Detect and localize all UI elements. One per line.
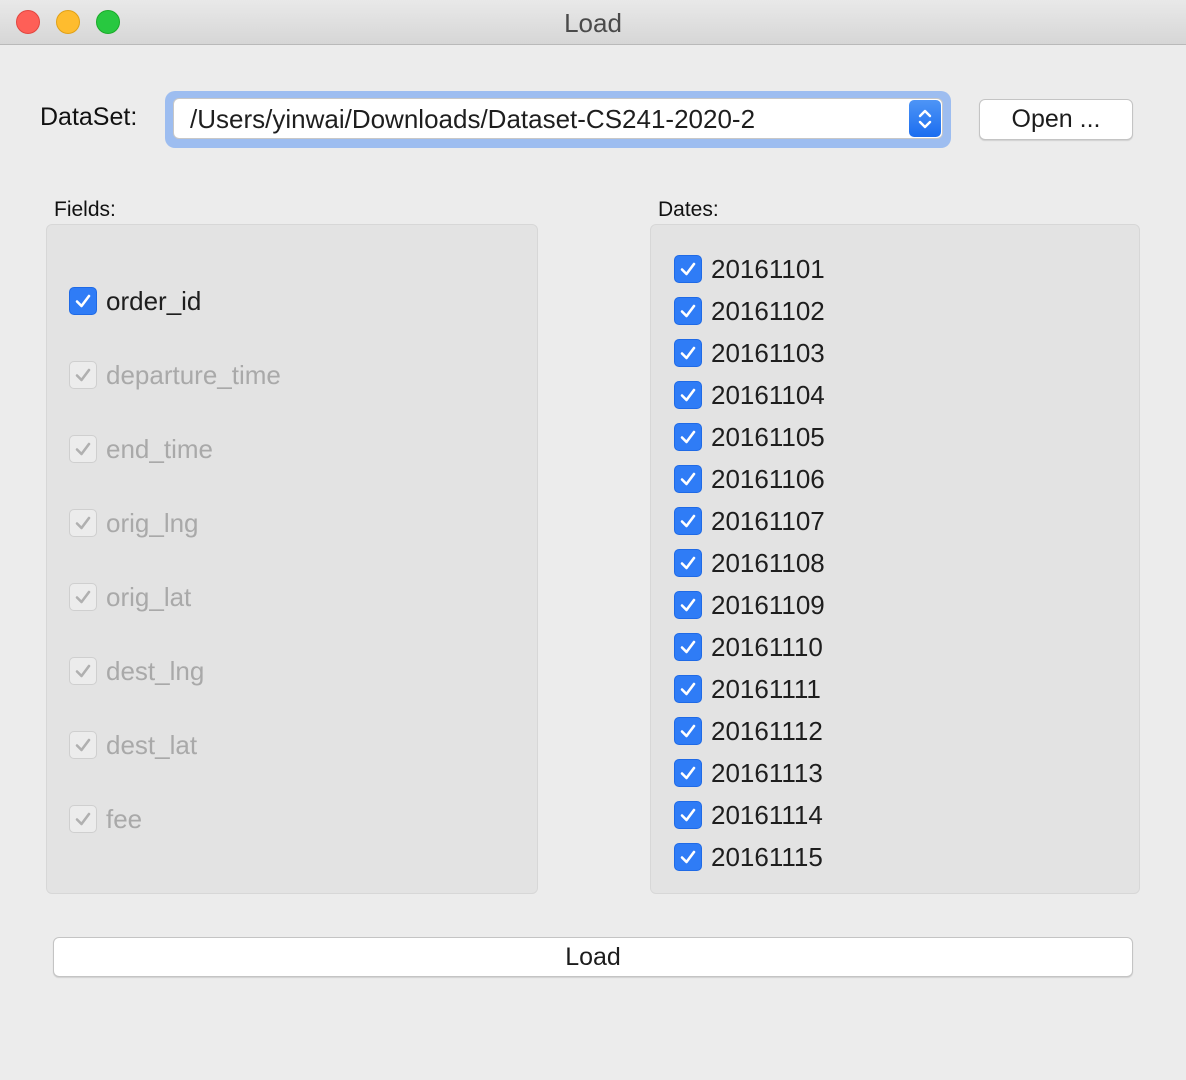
field-departure-time-checkbox — [69, 361, 97, 389]
open-button[interactable]: Open ... — [979, 99, 1133, 140]
date-20161106-checkbox[interactable] — [674, 465, 702, 493]
date-20161110-checkbox[interactable] — [674, 633, 702, 661]
field-order-id-checkbox[interactable] — [69, 287, 97, 315]
field-dest-lng-checkbox-row: dest_lng — [69, 656, 204, 686]
date-20161102-label: 20161102 — [711, 295, 825, 326]
field-dest-lng-checkbox — [69, 657, 97, 685]
date-20161104-checkbox[interactable] — [674, 381, 702, 409]
date-20161113-checkbox[interactable] — [674, 759, 702, 787]
field-end-time-label: end_time — [106, 433, 213, 464]
load-button[interactable]: Load — [53, 937, 1133, 977]
dates-label: Dates: — [658, 198, 719, 221]
field-fee-checkbox-row: fee — [69, 804, 142, 834]
field-orig-lat-checkbox — [69, 583, 97, 611]
dataset-path: /Users/yinwai/Downloads/Dataset-CS241-20… — [190, 104, 756, 134]
date-20161107-checkbox-row[interactable]: 20161107 — [674, 506, 825, 536]
date-20161107-checkbox[interactable] — [674, 507, 702, 535]
date-20161112-label: 20161112 — [711, 715, 823, 746]
date-20161105-label: 20161105 — [711, 421, 825, 452]
date-20161110-checkbox-row[interactable]: 20161110 — [674, 632, 823, 662]
date-20161108-checkbox[interactable] — [674, 549, 702, 577]
date-20161103-checkbox-row[interactable]: 20161103 — [674, 338, 825, 368]
title-bar[interactable]: Load — [0, 0, 1186, 45]
field-departure-time-label: departure_time — [106, 359, 281, 390]
dataset-label: DataSet: — [40, 103, 138, 131]
date-20161113-label: 20161113 — [711, 757, 823, 788]
field-fee-label: fee — [106, 803, 143, 834]
date-20161106-checkbox-row[interactable]: 20161106 — [674, 464, 825, 494]
date-20161115-checkbox[interactable] — [674, 843, 702, 871]
date-20161109-checkbox[interactable] — [674, 591, 702, 619]
date-20161113-checkbox-row[interactable]: 20161113 — [674, 758, 823, 788]
date-20161104-checkbox-row[interactable]: 20161104 — [674, 380, 825, 410]
date-20161111-checkbox-row[interactable]: 20161111 — [674, 674, 821, 704]
field-order-id-checkbox-row[interactable]: order_id — [69, 286, 201, 316]
date-20161105-checkbox-row[interactable]: 20161105 — [674, 422, 825, 452]
fields-label: Fields: — [54, 198, 116, 221]
field-departure-time-checkbox-row: departure_time — [69, 360, 281, 390]
field-orig-lat-checkbox-row: orig_lat — [69, 582, 191, 612]
date-20161114-checkbox[interactable] — [674, 801, 702, 829]
field-dest-lat-checkbox-row: dest_lat — [69, 730, 197, 760]
field-dest-lat-checkbox — [69, 731, 97, 759]
date-20161109-label: 20161109 — [711, 589, 825, 620]
date-20161110-label: 20161110 — [711, 631, 823, 662]
field-end-time-checkbox — [69, 435, 97, 463]
date-20161102-checkbox[interactable] — [674, 297, 702, 325]
date-20161108-checkbox-row[interactable]: 20161108 — [674, 548, 825, 578]
dropdown-arrows-icon[interactable] — [909, 100, 941, 137]
date-20161103-checkbox[interactable] — [674, 339, 702, 367]
date-20161112-checkbox[interactable] — [674, 717, 702, 745]
date-20161115-checkbox-row[interactable]: 20161115 — [674, 842, 823, 872]
field-orig-lat-label: orig_lat — [106, 581, 192, 612]
date-20161115-label: 20161115 — [711, 841, 823, 872]
date-20161103-label: 20161103 — [711, 337, 825, 368]
date-20161104-label: 20161104 — [711, 379, 825, 410]
date-20161112-checkbox-row[interactable]: 20161112 — [674, 716, 823, 746]
date-20161114-checkbox-row[interactable]: 20161114 — [674, 800, 823, 830]
date-20161109-checkbox-row[interactable]: 20161109 — [674, 590, 825, 620]
date-20161101-checkbox[interactable] — [674, 255, 702, 283]
dataset-combobox[interactable]: /Users/yinwai/Downloads/Dataset-CS241-20… — [173, 98, 943, 139]
field-orig-lng-checkbox — [69, 509, 97, 537]
load-dialog: Load DataSet: /Users/yinwai/Downloads/Da… — [0, 0, 1186, 1080]
field-orig-lng-label: orig_lng — [106, 507, 199, 538]
date-20161101-label: 20161101 — [711, 253, 825, 284]
date-20161102-checkbox-row[interactable]: 20161102 — [674, 296, 825, 326]
date-20161108-label: 20161108 — [711, 547, 825, 578]
field-dest-lng-label: dest_lng — [106, 655, 205, 686]
fields-groupbox — [46, 224, 538, 894]
field-fee-checkbox — [69, 805, 97, 833]
field-orig-lng-checkbox-row: orig_lng — [69, 508, 199, 538]
field-order-id-label: order_id — [106, 285, 202, 316]
date-20161111-label: 20161111 — [711, 673, 821, 704]
window-title: Load — [564, 8, 622, 38]
date-20161106-label: 20161106 — [711, 463, 825, 494]
field-end-time-checkbox-row: end_time — [69, 434, 213, 464]
field-dest-lat-label: dest_lat — [106, 729, 198, 760]
date-20161105-checkbox[interactable] — [674, 423, 702, 451]
date-20161111-checkbox[interactable] — [674, 675, 702, 703]
date-20161114-label: 20161114 — [711, 799, 823, 830]
date-20161101-checkbox-row[interactable]: 20161101 — [674, 254, 825, 284]
date-20161107-label: 20161107 — [711, 505, 825, 536]
